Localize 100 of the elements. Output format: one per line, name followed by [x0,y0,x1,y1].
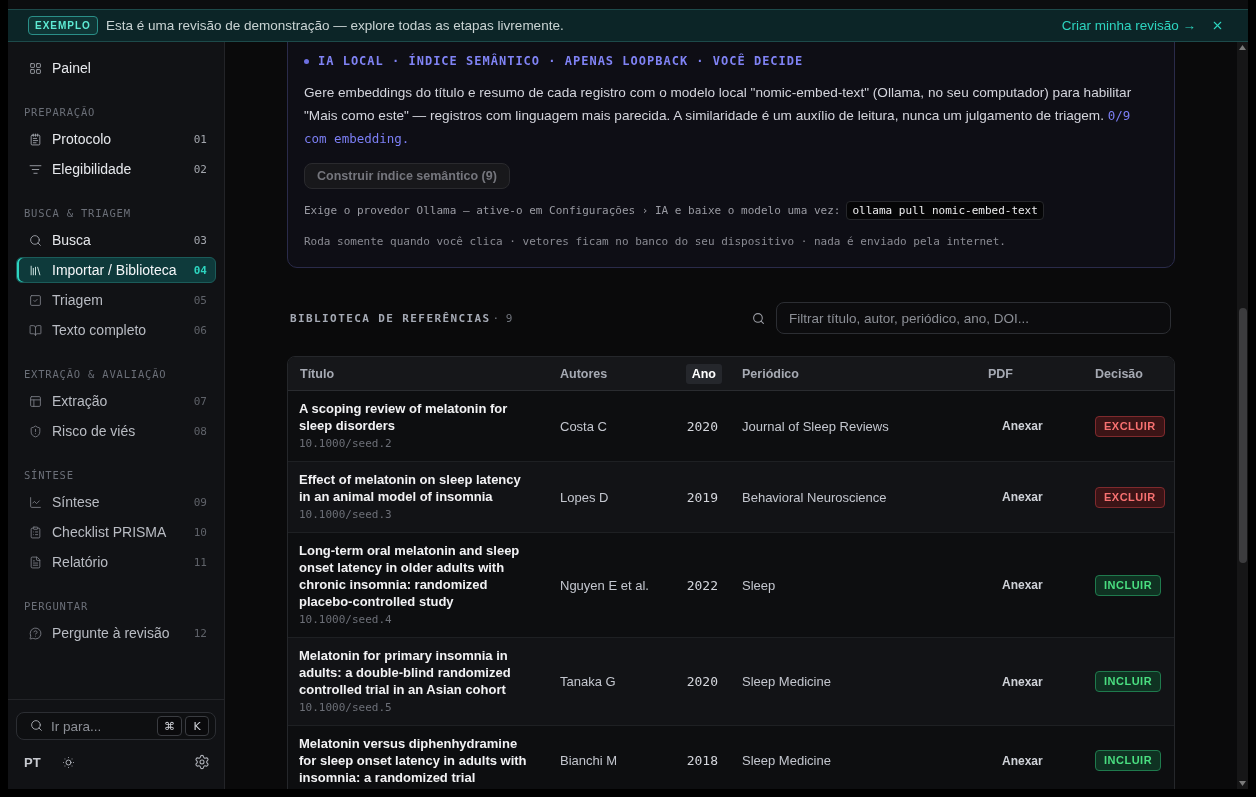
language-button[interactable]: PT [24,754,41,770]
nav-item[interactable]: Pergunte à revisão 12 [16,620,216,646]
column-header[interactable]: Título [294,363,340,384]
column-header[interactable]: Autores [554,363,614,384]
nav-item[interactable]: Risco de viés 08 [16,418,216,444]
column-header[interactable]: PDF [982,363,1019,384]
search-icon [30,719,43,732]
authors-text: Tanaka G [560,673,616,690]
column-header[interactable]: Periódico [736,363,805,384]
grid-icon [29,61,42,75]
nav-item[interactable]: Elegibilidade 02 [16,156,216,182]
nav-item[interactable]: Triagem 05 [16,287,216,313]
document-icon [29,555,42,569]
banner-message: Esta é uma revisão de demonstração — explore todas as etapas livremente. [105,18,564,33]
close-icon [1211,19,1224,32]
year-text: 2022 [686,577,718,593]
step-number: 09 [193,495,207,509]
command-code: ollama pull nomic-embed-text [846,200,1044,220]
eyebrow-text: IA LOCAL · ÍNDICE SEMÂNTICO · APENAS LOOPBACK · VOCÊ DECIDE [318,54,804,68]
doi-text: 10.1000/seed.2 [299,436,392,452]
library-count: · 9 [492,311,513,325]
decision-badge: INCLUIR [1095,671,1162,692]
decision-badge: EXCLUIR [1095,415,1165,437]
question-bubble-icon [29,626,42,640]
nav-item[interactable]: Relatório 11 [16,549,216,575]
journal-text: Journal of Sleep Reviews [742,417,889,435]
journal-text: Behavioral Neuroscience [742,488,887,506]
decision-badge: INCLUIR [1095,750,1162,771]
column-header[interactable]: Ano [685,363,722,384]
library-title: BIBLIOTECA DE REFERÊNCIAS [290,311,491,325]
year-text: 2020 [686,418,718,434]
step-number: 01 [193,132,207,146]
nav-item[interactable]: Extração 07 [16,388,216,414]
authors-text: Bianchi M [560,752,618,769]
step-number: 08 [193,424,207,438]
attach-pdf-button[interactable]: Anexar [989,574,1056,596]
authors-text: Nguyen E et al. [560,576,649,594]
scroll-down-arrow-icon [1239,781,1246,786]
scroll-up-arrow-icon [1239,45,1246,50]
section-label: BUSCA & TRIAGEM [23,207,132,219]
year-text: 2019 [686,489,718,505]
reference-title: Melatonin versus diphenhydramine for sleep onset latency in adults with insomnia: a randomized trial [299,735,528,786]
step-number: 03 [193,233,207,247]
step-number: 11 [193,555,207,569]
attach-pdf-button[interactable]: Anexar [989,749,1056,772]
filter-lines-icon [29,162,42,176]
section-label: SÍNTESE [23,469,75,481]
decision-badge: INCLUIR [1095,574,1162,596]
doi-text: 10.1000/seed.5 [299,700,392,716]
keyboard-key: K [185,716,209,736]
decision-badge: EXCLUIR [1095,486,1165,508]
authors-text: Lopes D [560,488,609,506]
nav-item[interactable]: Painel [16,55,216,81]
step-number: 05 [193,293,207,307]
scrollbar-thumb[interactable] [1238,308,1247,563]
step-number: 04 [193,263,207,277]
nav-item[interactable]: Busca 03 [16,227,216,253]
step-number: 12 [193,626,207,640]
reference-title: Effect of melatonin on sleep latency in an animal model of insomnia [299,471,522,505]
reference-title: A scoping review of melatonin for sleep disorders [299,400,509,434]
scrollbar[interactable] [1237,42,1248,789]
close-button[interactable] [1211,19,1224,32]
checkbox-icon [29,293,42,307]
step-number: 07 [193,394,207,408]
attach-pdf-button[interactable]: Anexar [989,486,1056,508]
nav-item[interactable]: Importar / Biblioteca 04 [16,257,216,283]
settings-icon [194,754,210,770]
reference-title: Melatonin for primary insomnia in adults: a double-blind randomized controlled trial in an Asian cohort [299,647,512,698]
doi-text: 10.1000/seed.3 [299,507,392,523]
keyboard-key: ⌘ [157,716,182,736]
layout-panels-icon [29,394,42,408]
authors-text: Costa C [560,417,607,435]
journal-text: Sleep Medicine [742,752,831,769]
section-label: PREPARAÇÃO [23,106,97,118]
search-icon [29,233,42,247]
nav-item[interactable]: Protocolo 01 [16,126,216,152]
nav-item[interactable]: Texto completo 06 [16,317,216,343]
doi-text: 10.1000/seed.4 [299,612,392,628]
reference-title: Long-term oral melatonin and sleep onset latency in older adults with chronic insomnia: randomized placebo-controlled study [299,542,521,610]
year-text: 2020 [686,674,718,689]
year-text: 2018 [686,753,718,768]
section-label: EXTRAÇÃO & AVALIAÇÃO [23,368,168,380]
library-icon [29,263,42,277]
search-icon [752,311,765,325]
settings-button[interactable] [194,754,210,770]
step-number: 02 [193,162,207,176]
attach-pdf-button[interactable]: Anexar [989,415,1056,437]
column-header[interactable]: Decisão [1089,363,1149,384]
privacy-note: Roda somente quando você clica · vetores ficam no banco do seu dispositivo · nada é enviado pela internet. [304,234,1007,250]
filter-input[interactable]: Filtrar título, autor, periódico, ano, DOI... [776,302,1171,334]
journal-text: Sleep [742,576,776,594]
create-review-link[interactable]: Criar minha revisão → [1061,18,1196,33]
shield-alert-icon [29,424,42,438]
description-text: Gere embeddings do título e resumo de cada registro com o modelo local "nomic-embed-text" (Ollama, no seu computador) para habilitar "Mais como este" — registros com linguagem mais parecida. A similaridade é um auxílio de leitura, nunca um julgamento de triagem. 0/9 com embedding. [304,84,1133,148]
nav-item[interactable]: Síntese 09 [16,489,216,515]
attach-pdf-button[interactable]: Anexar [989,670,1056,693]
step-number: 10 [193,525,207,539]
line-chart-icon [29,495,42,509]
nav-item[interactable]: Checklist PRISMA 10 [16,519,216,545]
notepad-icon [29,132,42,146]
